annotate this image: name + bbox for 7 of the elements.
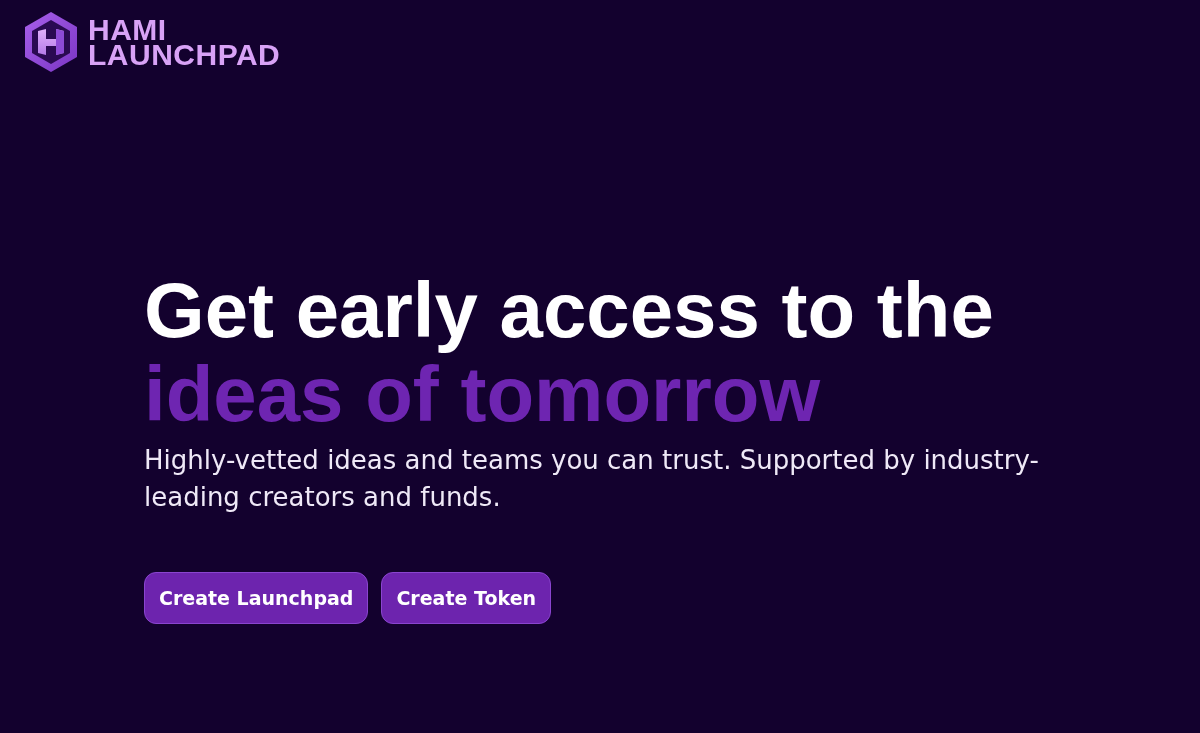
headline: Get early access to the <box>144 268 994 352</box>
subtitle: Highly-vetted ideas and teams you can trust. Supported by industry-leading creators and funds. <box>144 444 1040 514</box>
headline-highlight: ideas of tomorrow <box>144 352 821 436</box>
action-button[interactable]: Create Launchpad <box>144 572 369 624</box>
hexagon-logo-icon <box>25 12 77 72</box>
action-button[interactable]: Create Token <box>381 572 552 624</box>
brand-name: HAMI LAUNCHPAD <box>88 17 281 67</box>
